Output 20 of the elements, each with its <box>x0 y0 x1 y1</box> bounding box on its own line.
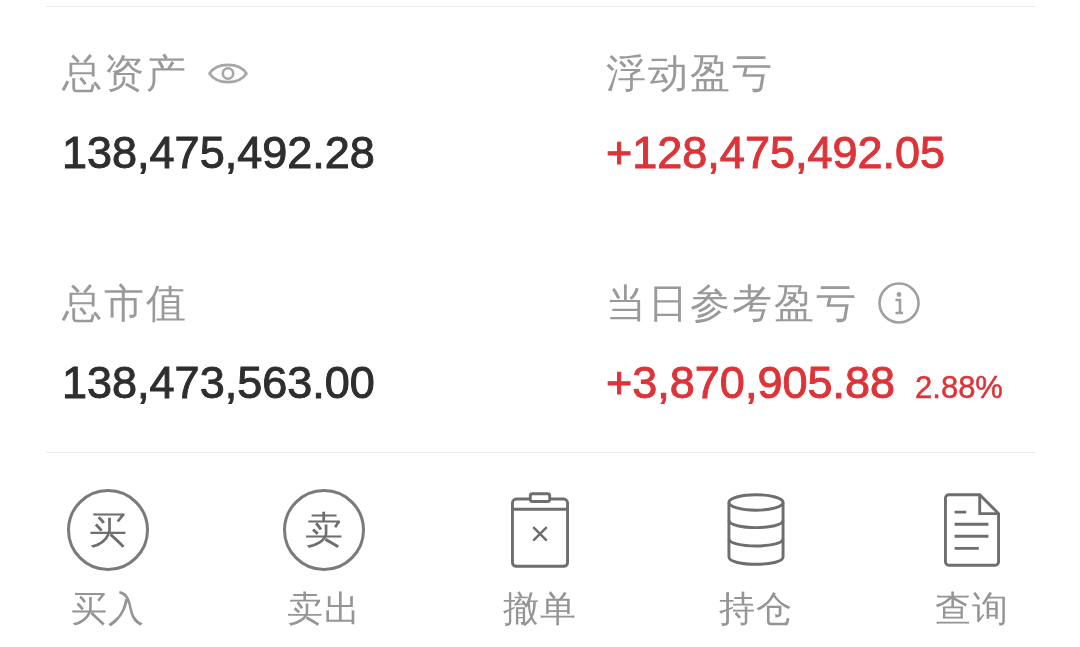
action-button[interactable]: 撤单 <box>503 488 577 630</box>
info-icon[interactable] <box>878 282 920 324</box>
clipboard-x-icon <box>511 492 569 568</box>
percent-change: 2.88% <box>915 369 1003 407</box>
metric-value: +128,475,492.05 <box>606 126 946 180</box>
metric-label: 浮动盈亏 <box>606 49 774 98</box>
metric-value: +3,870,905.88 <box>606 356 896 410</box>
metric-label: 总资产 <box>62 49 188 98</box>
action-button[interactable]: 查询 <box>935 488 1009 630</box>
document-icon <box>944 493 1000 567</box>
metric-label: 总市值 <box>62 279 188 328</box>
action-button[interactable]: 卖 卖出 <box>283 488 365 630</box>
metric-value: 138,475,492.28 <box>62 126 375 180</box>
action-button[interactable]: 买 买入 <box>67 488 149 630</box>
metric-label: 当日参考盈亏 <box>606 279 858 328</box>
circled-character-icon: 买 <box>67 489 149 571</box>
database-icon <box>727 493 785 567</box>
metric-value: 138,473,563.00 <box>62 356 375 410</box>
circled-character-icon: 卖 <box>283 489 365 571</box>
action-button[interactable]: 持仓 <box>719 488 793 630</box>
